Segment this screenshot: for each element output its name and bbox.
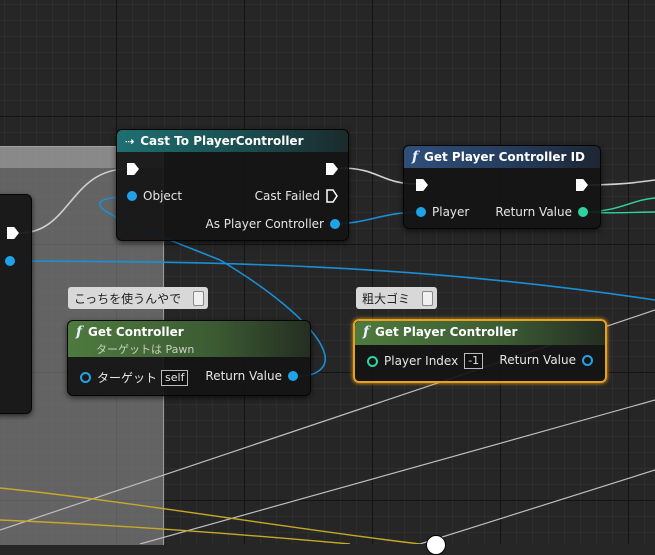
as-pc-dot[interactable] xyxy=(330,219,340,229)
player-pin-dot[interactable] xyxy=(416,207,426,217)
comment-text-2: 粗大ゴミ xyxy=(362,291,411,306)
target-label: ターゲット xyxy=(97,371,158,385)
cast-node[interactable]: ⇢ Cast To PlayerController Object Cast F… xyxy=(116,129,349,241)
get-pc-return-pin[interactable]: Return Value xyxy=(499,353,593,367)
int-return-dot[interactable] xyxy=(578,207,588,217)
white-wire-2 xyxy=(139,399,655,544)
object-pin-label: Object xyxy=(143,189,183,203)
cast-exec-in-pin[interactable] xyxy=(127,163,139,175)
get-player-controller-node[interactable]: f Get Player Controller Player Index -1 … xyxy=(353,319,607,383)
cast-node-title: Cast To PlayerController xyxy=(140,134,304,148)
cast-object-pin[interactable]: Object xyxy=(127,189,182,203)
get-pc-id-exec-in[interactable] xyxy=(416,179,428,191)
pin-icon[interactable] xyxy=(422,291,433,306)
get-pc-id-return-pin[interactable]: Return Value xyxy=(495,205,588,219)
mouse-cursor-icon xyxy=(426,535,446,555)
function-icon: f xyxy=(363,324,370,340)
player-index-dot[interactable] xyxy=(367,355,378,367)
player-index-pin[interactable]: Player Index -1 xyxy=(367,353,484,369)
pin-icon[interactable] xyxy=(193,291,204,306)
exec-wire-1 xyxy=(19,168,127,234)
exec-out-pin[interactable] xyxy=(7,227,19,239)
target-value[interactable]: self xyxy=(161,369,189,386)
player-index-label: Player Index xyxy=(384,354,459,368)
object-return-dot[interactable] xyxy=(288,371,298,381)
white-wire-3 xyxy=(419,469,655,544)
target-pin-dot[interactable] xyxy=(80,372,91,383)
get-controller-return-pin[interactable]: Return Value xyxy=(205,369,298,383)
return-label: Return Value xyxy=(495,205,572,219)
object-return-dot[interactable] xyxy=(582,354,593,366)
get-controller-title: Get Controller xyxy=(88,325,184,339)
wires-layer xyxy=(0,167,655,544)
function-icon: f xyxy=(412,149,419,165)
cast-icon: ⇢ xyxy=(125,134,135,148)
left-partial-node[interactable] xyxy=(0,194,32,414)
get-pc-id-node[interactable]: f Get Player Controller ID Player Return… xyxy=(403,145,601,229)
get-controller-header: f Get Controller ターゲットは Pawn xyxy=(68,321,310,357)
cast-node-header: ⇢ Cast To PlayerController xyxy=(117,130,348,152)
as-pc-label: As Player Controller xyxy=(205,217,324,231)
cast-failed-label: Cast Failed xyxy=(254,189,320,203)
get-controller-subtitle: ターゲットは Pawn xyxy=(96,343,195,356)
yellow-wire-1 xyxy=(0,487,421,544)
get-pc-title: Get Player Controller xyxy=(375,325,518,339)
object-pin-dot[interactable] xyxy=(127,191,137,201)
comment-text-1: こっちを使うんやで xyxy=(74,291,182,306)
cast-failed-pin[interactable]: Cast Failed xyxy=(255,189,338,203)
player-label: Player xyxy=(432,205,470,219)
cast-exec-out-pin[interactable] xyxy=(326,163,338,175)
player-pin[interactable]: Player xyxy=(416,205,469,219)
get-pc-id-header: f Get Player Controller ID xyxy=(404,146,600,168)
yellow-wire-2 xyxy=(0,519,351,544)
comment-bubble-2[interactable]: 粗大ゴミ xyxy=(356,287,437,309)
get-controller-node[interactable]: f Get Controller ターゲットは Pawn ターゲット self … xyxy=(67,320,311,396)
return-label: Return Value xyxy=(499,353,576,367)
comment-bubble-1[interactable]: こっちを使うんやで xyxy=(68,287,208,309)
return-label: Return Value xyxy=(205,369,282,383)
object-out-pin[interactable] xyxy=(5,256,15,266)
function-icon: f xyxy=(76,324,83,340)
cast-as-pc-pin[interactable]: As Player Controller xyxy=(206,217,340,231)
get-pc-header: f Get Player Controller xyxy=(355,321,605,345)
get-pc-id-exec-out[interactable] xyxy=(576,179,588,191)
exec-hollow-icon[interactable] xyxy=(326,189,338,203)
player-index-value[interactable]: -1 xyxy=(464,353,484,369)
get-pc-id-title: Get Player Controller ID xyxy=(424,150,586,164)
target-pin[interactable]: ターゲット self xyxy=(80,369,189,386)
